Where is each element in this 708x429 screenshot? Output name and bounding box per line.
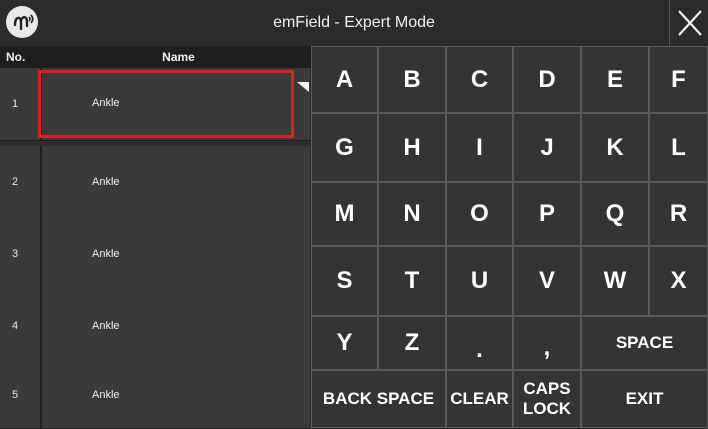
key-exit[interactable]: EXIT — [581, 370, 708, 428]
key-e[interactable]: E — [581, 46, 649, 113]
row-name: Ankle — [92, 389, 120, 401]
row-number: 2 — [0, 146, 42, 218]
row-number: 5 — [0, 362, 42, 428]
key-c[interactable]: C — [446, 46, 513, 113]
key-b[interactable]: B — [378, 46, 446, 113]
key-d[interactable]: D — [513, 46, 581, 113]
key-u[interactable]: U — [446, 246, 513, 316]
caps-label: CAPS — [523, 379, 571, 398]
window-title: emField - Expert Mode — [273, 14, 435, 31]
key-g[interactable]: G — [311, 113, 378, 182]
row-number: 4 — [0, 290, 42, 362]
key-t[interactable]: T — [378, 246, 446, 316]
row-number: 1 — [0, 68, 42, 140]
key-w[interactable]: W — [581, 246, 649, 316]
row-name: Ankle — [92, 248, 120, 260]
key-h[interactable]: H — [378, 113, 446, 182]
column-header-bg — [0, 46, 6, 68]
close-button[interactable] — [669, 0, 708, 46]
key-z[interactable]: Z — [378, 316, 446, 370]
key-f[interactable]: F — [649, 46, 708, 113]
row-name: Ankle — [92, 176, 120, 188]
title-bar: emField - Expert Mode — [0, 0, 708, 47]
key-comma[interactable]: , — [513, 316, 581, 370]
key-y[interactable]: Y — [311, 316, 378, 370]
key-period[interactable]: . — [446, 316, 513, 370]
table-row[interactable]: 2 Ankle — [0, 146, 310, 219]
lock-label: LOCK — [522, 399, 572, 418]
column-header-name[interactable]: Name — [46, 46, 311, 68]
key-backspace[interactable]: BACK SPACE — [311, 370, 446, 428]
onscreen-keyboard: A B C D E F G H I J K L M N O P Q R S T … — [311, 46, 708, 428]
key-r[interactable]: R — [649, 182, 708, 246]
key-space[interactable]: SPACE — [581, 316, 708, 370]
key-i[interactable]: I — [446, 113, 513, 182]
key-k[interactable]: K — [581, 113, 649, 182]
key-l[interactable]: L — [649, 113, 708, 182]
sort-triangle-icon — [297, 82, 309, 92]
key-q[interactable]: Q — [581, 182, 649, 246]
selected-row-highlight — [38, 70, 294, 138]
close-icon — [678, 10, 702, 36]
key-s[interactable]: S — [311, 246, 378, 316]
key-m[interactable]: M — [311, 182, 378, 246]
table-row[interactable]: 5 Ankle — [0, 362, 310, 429]
key-j[interactable]: J — [513, 113, 581, 182]
key-o[interactable]: O — [446, 182, 513, 246]
key-caps-lock[interactable]: CAPS LOCK — [513, 370, 581, 428]
key-x[interactable]: X — [649, 246, 708, 316]
key-clear[interactable]: CLEAR — [446, 370, 513, 428]
row-name: Ankle — [92, 320, 120, 332]
key-a[interactable]: A — [311, 46, 378, 113]
key-n[interactable]: N — [378, 182, 446, 246]
table-row[interactable]: 4 Ankle — [0, 290, 310, 363]
key-p[interactable]: P — [513, 182, 581, 246]
key-v[interactable]: V — [513, 246, 581, 316]
table-row[interactable]: 3 Ankle — [0, 218, 310, 291]
column-header-no: No. — [6, 46, 46, 68]
row-number: 3 — [0, 218, 42, 290]
